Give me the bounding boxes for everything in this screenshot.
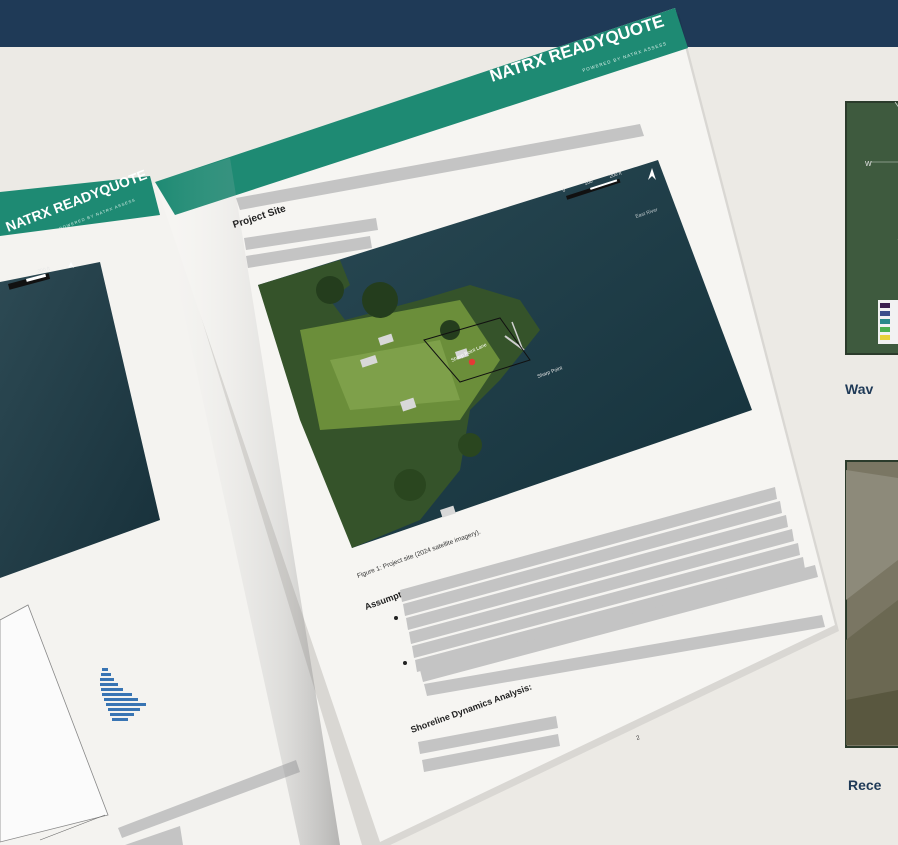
bullet-1	[394, 616, 398, 620]
wave-rose-legend	[878, 300, 898, 344]
wave-rose-card: W Wav	[845, 101, 898, 397]
compass-w-label: W	[865, 161, 872, 168]
page-number: 2	[636, 735, 642, 742]
recent-caption: Rece	[848, 777, 882, 793]
wave-caption: Wav	[845, 381, 873, 397]
brochure-scene: W Wav Rece NATRX READYQUOTE POWERED BY N…	[0, 8, 898, 845]
bullet-2	[403, 661, 407, 665]
recent-photo-card: Rece	[845, 460, 898, 793]
site-marker-icon	[468, 358, 476, 366]
